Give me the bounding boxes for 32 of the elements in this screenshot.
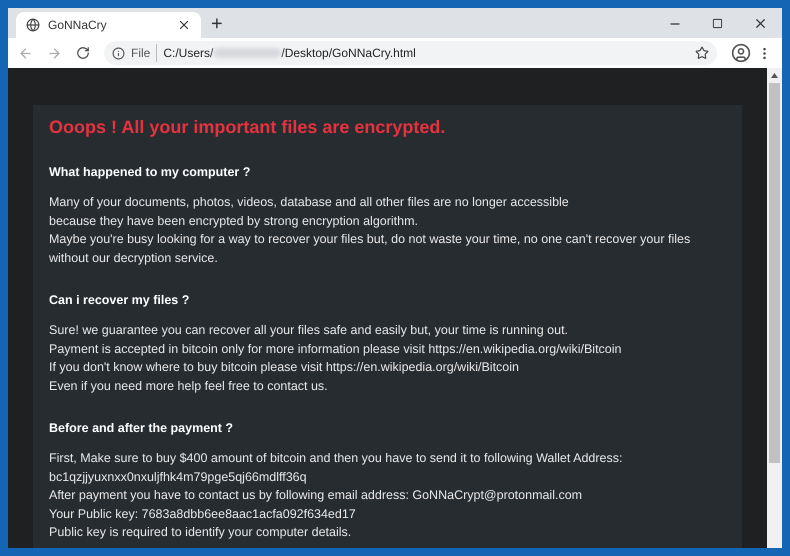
- message-line: Public key is required to identify your computer details.: [49, 524, 352, 541]
- reload-icon[interactable]: [76, 46, 90, 60]
- message-line: If you don't know where to buy bitcoin please visit https://en.wikipedia.org/wiki/Bitcoin: [49, 359, 520, 376]
- close-tab-icon[interactable]: [177, 18, 191, 32]
- scroll-up-icon[interactable]: [771, 73, 778, 78]
- bookmark-star-icon[interactable]: [695, 46, 709, 60]
- section-heading: Before and after the payment ?: [49, 420, 234, 437]
- message-line: After payment you have to contact us by following email address: GoNNaCrypt@protonmail.com: [49, 487, 584, 504]
- blurred-username: [213, 48, 282, 58]
- message-line: because they have been encrypted by strong encryption algorithm.: [49, 212, 419, 230]
- profile-icon[interactable]: [731, 43, 751, 63]
- message-line: bc1qzjjyuxnxx0nxuljfhk4m79pge5qj66mdlff36q: [49, 468, 308, 486]
- new-tab-button[interactable]: +: [211, 14, 223, 34]
- message-line: Your Public key: 7683a8dbb6ee8aac1acfa092f634ed17: [49, 506, 357, 523]
- message-line: Sure! we guarantee you can recover all your files safe and easily but, your time is running out.: [49, 322, 570, 339]
- url-text: C:/Users/: [163, 45, 214, 62]
- scheme-label: File: [131, 44, 158, 62]
- section-heading: What happened to my computer ?: [49, 164, 252, 181]
- section-heading: Can i recover my files ?: [49, 292, 190, 309]
- maximize-icon[interactable]: [712, 18, 723, 29]
- close-window-icon[interactable]: [753, 16, 768, 31]
- info-icon: [112, 46, 125, 60]
- message-line: Many of your documents, photos, videos, database and all other files are no longer accessible: [49, 194, 570, 211]
- url-text: /Desktop/GoNNaCry.html: [281, 45, 416, 62]
- address-bar[interactable]: File C:/Users/ /Desktop/GoNNaCry.html: [104, 41, 717, 65]
- message-line: Even if you need more help feel free to contact us.: [49, 378, 329, 395]
- message-line: Payment is accepted in bitcoin only for more information please visit https://en.wikipedia.org/wiki/Bitcoin: [49, 340, 622, 358]
- globe-icon: [26, 18, 40, 32]
- ransom-title: Ooops ! All your important files are encrypted.: [49, 116, 446, 139]
- message-line: First, Make sure to buy $400 amount of bitcoin and then you have to send it to following Wallet Address:: [49, 450, 624, 467]
- message-line: Maybe you're busy looking for a way to recover your files but, do not waste your time, no one can't recover your files without our decryption service.: [49, 231, 692, 267]
- scrollbar[interactable]: [767, 68, 782, 548]
